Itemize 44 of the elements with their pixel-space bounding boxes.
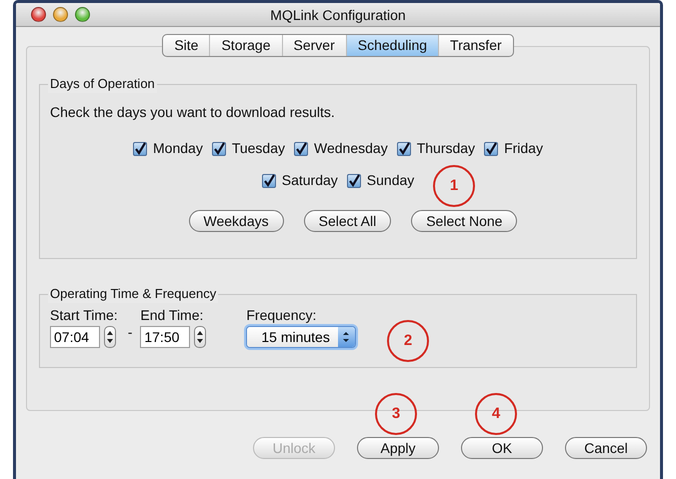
callout-number: 4 [475,393,517,435]
stepper-arrows-icon [197,330,204,344]
checkmark-icon [212,142,226,156]
dropdown-arrows-icon [343,331,350,343]
checkmark-icon [133,142,148,156]
tab[interactable]: Site [163,35,210,56]
push-button[interactable]: Cancel [565,437,647,459]
checkbox[interactable]: Friday [484,138,543,159]
push-button[interactable]: Select None [411,210,518,232]
push-button[interactable]: Weekdays [188,210,284,232]
callout-number: 2 [387,320,429,362]
checkbox[interactable]: Sunday [346,170,414,191]
push-button[interactable]: Select All [304,210,392,232]
time-field[interactable]: 07:04 [50,326,100,348]
time-field[interactable]: 17:50 [140,326,190,348]
checkbox[interactable]: Tuesday [212,138,286,159]
checkmark-icon [396,142,411,156]
checkmark-icon [294,142,308,156]
push-button[interactable]: Apply [357,437,439,459]
frequency-dropdown[interactable]: 15 minutes [246,326,356,348]
stepper-arrows-icon [107,330,113,344]
tab[interactable]: Storage [209,35,282,56]
callout-number: 1 [433,165,475,207]
field-label: Start Time: [50,307,118,323]
field-label: End Time: [140,307,204,323]
checkmark-icon [262,174,276,188]
stepper-control[interactable] [104,326,116,348]
window-title: MQLink Configuration [270,7,406,23]
push-button[interactable]: OK [461,437,543,459]
checkbox[interactable]: Monday [133,138,203,159]
separator-text: - [128,324,132,340]
callout-number: 3 [375,393,417,435]
checkbox[interactable]: Thursday [396,138,476,159]
checkmark-icon [484,142,498,156]
tab[interactable]: Scheduling [346,35,438,56]
checkbox[interactable]: Wednesday [294,138,388,159]
stepper-control[interactable] [194,326,206,348]
zoom-button[interactable] [75,7,90,22]
close-button[interactable] [31,7,46,22]
minimize-button[interactable] [53,7,68,22]
instruction-text: Check the days you want to download results. [50,103,336,122]
checkmark-icon [346,174,361,188]
field-label: Frequency: [246,307,318,323]
checkbox[interactable]: Saturday [262,170,338,191]
